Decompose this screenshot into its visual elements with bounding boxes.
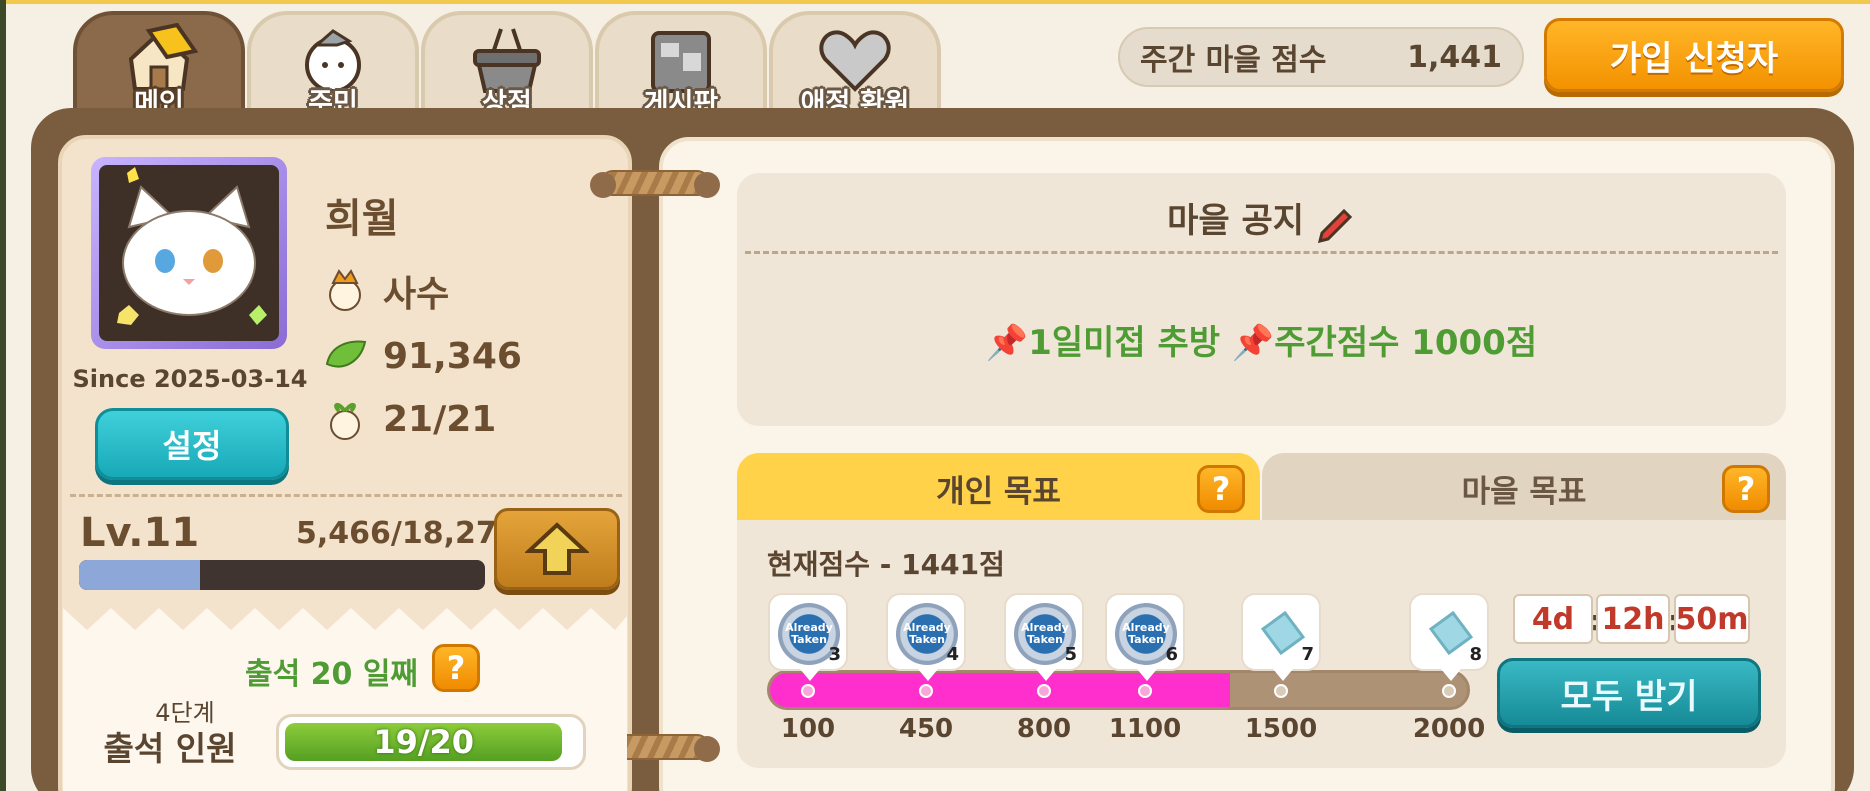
milestone-marker [801,684,815,698]
notice-text: 📌1일미접 추방 📌주간점수 1000점 [985,323,1538,363]
milestone-reward-index: 4 [946,644,959,665]
settings-button[interactable]: 설정 [95,408,289,480]
milestone-value: 1100 [1108,714,1182,744]
personal-goal-label: 개인 목표 [936,473,1061,510]
question-icon: ? [1211,470,1231,508]
attendance-help-button[interactable]: ? [432,644,480,692]
milestone-value: 2000 [1412,714,1486,744]
ticket-icon [1260,610,1306,656]
question-icon: ? [446,649,466,687]
milestone-reward-card[interactable]: Already Taken 6 [1105,593,1185,681]
exp-text: 5,466/18,270 [296,516,518,551]
milestone-value: 450 [898,714,954,744]
weekly-score-label: 주간 마을 점수 [1140,43,1327,78]
milestone-reward-card[interactable]: Already Taken 4 [886,593,966,681]
level-label: Lv.11 [80,510,200,556]
milestone-reward-card[interactable]: Already Taken 3 [768,593,848,681]
village-notice: 마을 공지 📌1일미접 추방 📌주간점수 1000점 [737,173,1786,426]
role-text: 사수 [383,274,450,315]
tab-shop[interactable]: 상점 [421,11,593,121]
milestone-marker [1138,684,1152,698]
left-edge-strip [0,0,6,791]
timer-hours: 12h [1596,594,1670,644]
question-icon: ? [1736,470,1756,508]
village-goal-help-button[interactable]: ? [1722,465,1770,513]
milestone-reward-card[interactable]: 7 [1241,593,1321,681]
goal-progress-track [767,670,1470,710]
timer-minutes: 50m [1674,594,1750,644]
crown-character-icon [329,269,361,311]
notice-divider [745,251,1778,254]
attendance-progress-bar: 19/20 [276,714,586,770]
role-row: 사수 [323,265,449,317]
player-name: 희월 [325,196,399,242]
goal-progress-fill [770,673,1231,707]
white-cat-avatar-icon [117,167,267,325]
tab-main[interactable]: 메인 [73,11,245,121]
personal-goal-help-button[interactable]: ? [1197,465,1245,513]
exp-progress-bar [79,560,485,590]
profile-divider [70,494,622,497]
claim-all-button[interactable]: 모두 받기 [1497,658,1761,728]
attendance-progress-fill: 19/20 [285,723,563,761]
notice-title-text: 마을 공지 [1167,201,1305,241]
tab-affection[interactable]: 애정 환원 [769,11,941,121]
attendance-progress-text: 19/20 [373,723,475,761]
members-count: 21/21 [383,398,497,440]
sprout-character-icon [330,403,360,440]
pencil-icon[interactable] [1316,203,1356,243]
weekly-village-score: 주간 마을 점수 1,441 [1118,27,1524,87]
milestone-reward-card[interactable]: 8 [1409,593,1489,681]
ticket-icon [1428,610,1474,656]
attendance-label: 출석 인원 [103,729,237,768]
milestone-reward-index: 8 [1469,644,1482,665]
milestone-marker [1274,684,1288,698]
rope-binding [590,170,720,198]
milestone-value: 800 [1016,714,1072,744]
tab-board[interactable]: 게시판 [595,11,767,121]
join-applicants-button[interactable]: 가입 신청자 [1544,18,1844,92]
join-date: Since 2025-03-14 [72,365,308,393]
leaves-count: 91,346 [383,335,522,377]
milestone-reward-index: 7 [1301,644,1314,665]
leaf-icon [325,340,367,368]
village-goal-label: 마을 목표 [1461,473,1587,510]
milestone-reward-index: 6 [1165,644,1178,665]
tab-personal-goal[interactable]: 개인 목표 [737,453,1260,523]
milestone-marker [1037,684,1051,698]
level-up-button[interactable] [494,508,620,590]
current-score: 현재점수 - 1441점 [767,548,1005,581]
milestone-marker [1442,684,1456,698]
tab-village-goal[interactable]: 마을 목표 [1262,453,1786,523]
up-arrow-icon [525,522,589,575]
milestone-reward-card[interactable]: Already Taken 5 [1004,593,1084,681]
exp-progress-fill [79,560,201,590]
notice-title: 마을 공지 [737,193,1786,243]
milestone-value: 1500 [1244,714,1318,744]
leaves-row: 91,346 [323,332,522,380]
attendance-days: 출석 20 일째 [245,657,419,692]
milestone-reward-index: 3 [828,644,841,665]
tab-residents[interactable]: 주민 [247,11,419,121]
milestone-marker [919,684,933,698]
milestone-reward-index: 5 [1064,644,1077,665]
weekly-score-value: 1,441 [1407,39,1502,75]
timer-days: 4d [1513,594,1593,644]
avatar[interactable] [91,157,287,349]
milestone-value: 100 [780,714,836,744]
members-row: 21/21 [323,395,496,443]
top-accent-bar [0,0,1870,4]
